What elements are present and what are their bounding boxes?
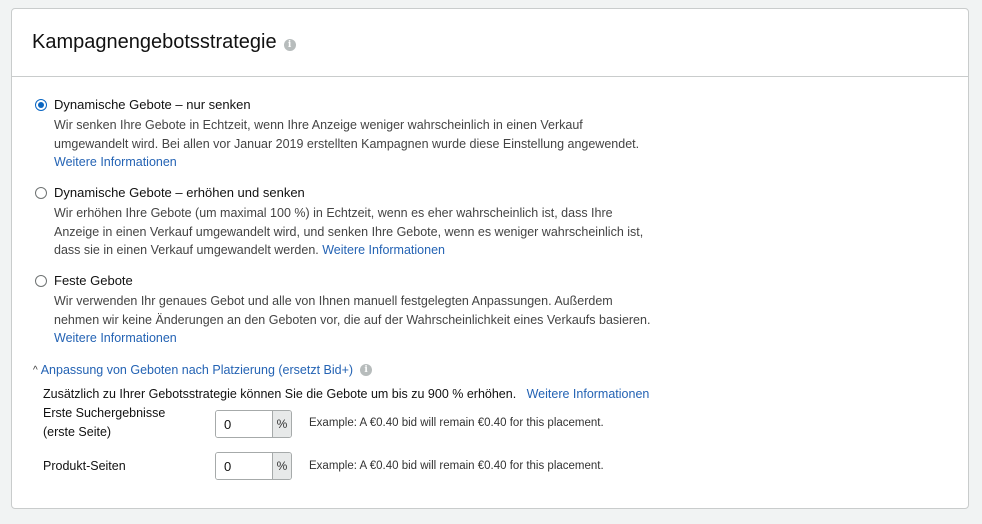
placement-label-line: Erste Suchergebnisse bbox=[43, 406, 166, 420]
top-of-search-percent-input[interactable] bbox=[216, 411, 272, 437]
radio-dynamic-down[interactable] bbox=[35, 99, 47, 111]
option-description-text: Wir senken Ihre Gebote in Echtzeit, wenn… bbox=[54, 118, 640, 151]
placement-label-line: Produkt-Seiten bbox=[43, 459, 126, 473]
option-description: Wir verwenden Ihr genaues Gebot und alle… bbox=[54, 292, 654, 348]
option-description-text: Wir verwenden Ihr genaues Gebot und alle… bbox=[54, 294, 651, 327]
chevron-up-icon: ^ bbox=[33, 364, 38, 376]
option-label[interactable]: Dynamische Gebote – nur senken bbox=[54, 97, 251, 112]
option-label[interactable]: Dynamische Gebote – erhöhen und senken bbox=[54, 185, 305, 200]
placement-label-product-pages: Produkt-Seiten bbox=[43, 457, 126, 476]
option-label[interactable]: Feste Gebote bbox=[54, 273, 133, 288]
option-dynamic-up-down[interactable]: Dynamische Gebote – erhöhen und senken W… bbox=[35, 185, 655, 265]
radio-fixed[interactable] bbox=[35, 275, 47, 287]
product-pages-percent-field[interactable]: % bbox=[215, 452, 292, 480]
percent-suffix: % bbox=[272, 411, 291, 437]
top-of-search-percent-field[interactable]: % bbox=[215, 410, 292, 438]
placement-intro: Zusätzlich zu Ihrer Gebotsstrategie könn… bbox=[43, 387, 649, 401]
option-fixed[interactable]: Feste Gebote Wir verwenden Ihr genaues G… bbox=[35, 273, 655, 353]
option-dynamic-down[interactable]: Dynamische Gebote – nur senken Wir senke… bbox=[35, 97, 655, 177]
placement-intro-text: Zusätzlich zu Ihrer Gebotsstrategie könn… bbox=[43, 387, 517, 401]
learn-more-link[interactable]: Weitere Informationen bbox=[54, 155, 177, 169]
placement-example: Example: A €0.40 bid will remain €0.40 f… bbox=[309, 417, 604, 429]
placement-adjustment-label[interactable]: Anpassung von Geboten nach Platzierung (… bbox=[41, 363, 353, 377]
product-pages-percent-input[interactable] bbox=[216, 453, 272, 479]
learn-more-link[interactable]: Weitere Informationen bbox=[527, 387, 650, 401]
placement-adjustment-toggle[interactable]: ^ Anpassung von Geboten nach Platzierung… bbox=[33, 363, 373, 377]
learn-more-link[interactable]: Weitere Informationen bbox=[322, 243, 445, 257]
option-description: Wir senken Ihre Gebote in Echtzeit, wenn… bbox=[54, 116, 654, 172]
radio-dynamic-up-down[interactable] bbox=[35, 187, 47, 199]
learn-more-link[interactable]: Weitere Informationen bbox=[54, 331, 177, 345]
option-description: Wir erhöhen Ihre Gebote (um maximal 100 … bbox=[54, 204, 654, 260]
placement-label-line: (erste Seite) bbox=[43, 425, 112, 439]
info-icon[interactable]: i bbox=[283, 38, 296, 51]
card-title: Kampagnengebotsstrategie bbox=[32, 31, 277, 53]
bid-strategy-card: Kampagnengebotsstrategie i Dynamische Ge… bbox=[11, 8, 969, 509]
info-icon[interactable]: i bbox=[360, 364, 373, 376]
card-header: Kampagnengebotsstrategie i bbox=[12, 9, 968, 77]
placement-label-top-of-search: Erste Suchergebnisse (erste Seite) bbox=[43, 404, 165, 442]
placement-example: Example: A €0.40 bid will remain €0.40 f… bbox=[309, 460, 604, 472]
percent-suffix: % bbox=[272, 453, 291, 479]
